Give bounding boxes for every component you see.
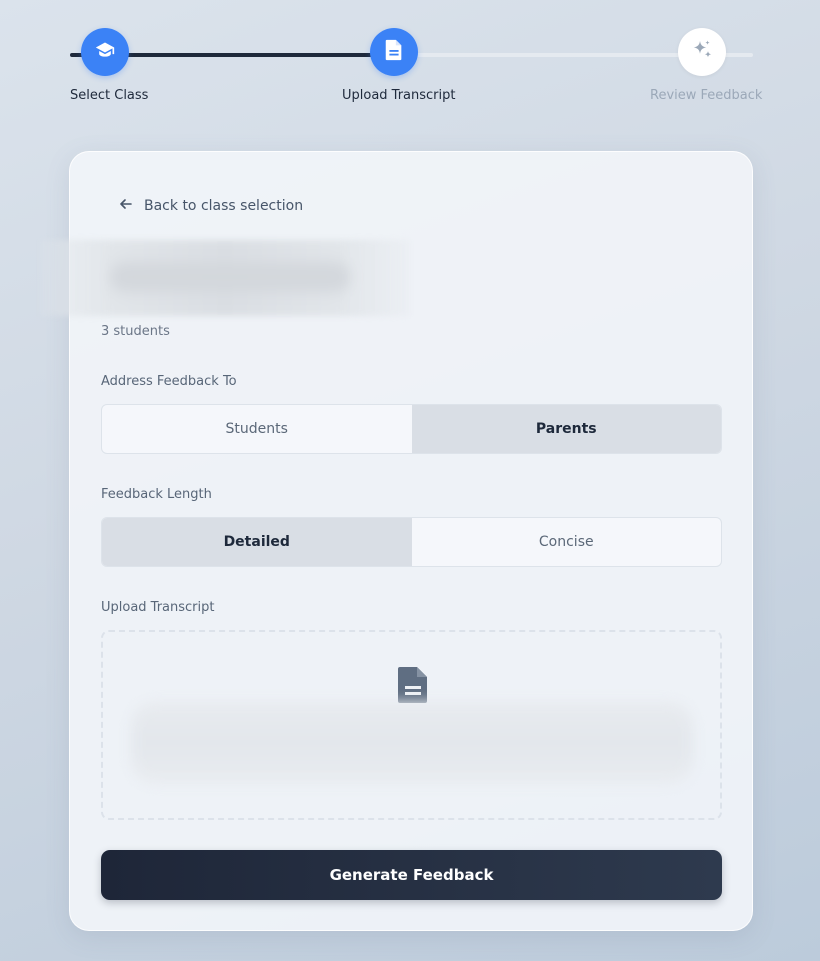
student-count: 3 students xyxy=(101,324,170,339)
address-option-students[interactable]: Students xyxy=(102,405,412,453)
step-select-class[interactable] xyxy=(81,28,129,76)
redacted-class-name xyxy=(40,240,410,316)
transcript-dropzone[interactable] xyxy=(101,630,722,820)
upload-transcript-label: Upload Transcript xyxy=(101,600,215,615)
feedback-length-label: Feedback Length xyxy=(101,487,212,502)
document-icon xyxy=(384,39,404,65)
step-review-feedback[interactable] xyxy=(678,28,726,76)
sparkles-icon xyxy=(690,38,714,66)
arrow-left-icon xyxy=(118,196,134,216)
address-option-parents[interactable]: Parents xyxy=(411,405,721,453)
feedback-length-toggle: Detailed Concise xyxy=(101,517,722,567)
graduation-cap-icon xyxy=(95,40,115,64)
back-to-class-selection-link[interactable]: Back to class selection xyxy=(118,196,303,216)
transcript-card: Back to class selection 3 students Addre… xyxy=(40,151,753,931)
step-label-review-feedback: Review Feedback xyxy=(650,88,763,103)
address-feedback-toggle: Students Parents xyxy=(101,404,722,454)
step-label-upload-transcript: Upload Transcript xyxy=(342,88,456,103)
step-upload-transcript[interactable] xyxy=(370,28,418,76)
back-link-label: Back to class selection xyxy=(144,198,304,214)
generate-feedback-button[interactable]: Generate Feedback xyxy=(101,850,722,900)
address-feedback-label: Address Feedback To xyxy=(101,374,237,389)
length-option-detailed[interactable]: Detailed xyxy=(102,518,412,566)
length-option-concise[interactable]: Concise xyxy=(412,518,722,566)
progress-stepper: Select Class Upload Transcript Review Fe… xyxy=(70,28,762,108)
redacted-upload-instructions xyxy=(131,702,693,784)
step-label-select-class: Select Class xyxy=(70,88,149,103)
